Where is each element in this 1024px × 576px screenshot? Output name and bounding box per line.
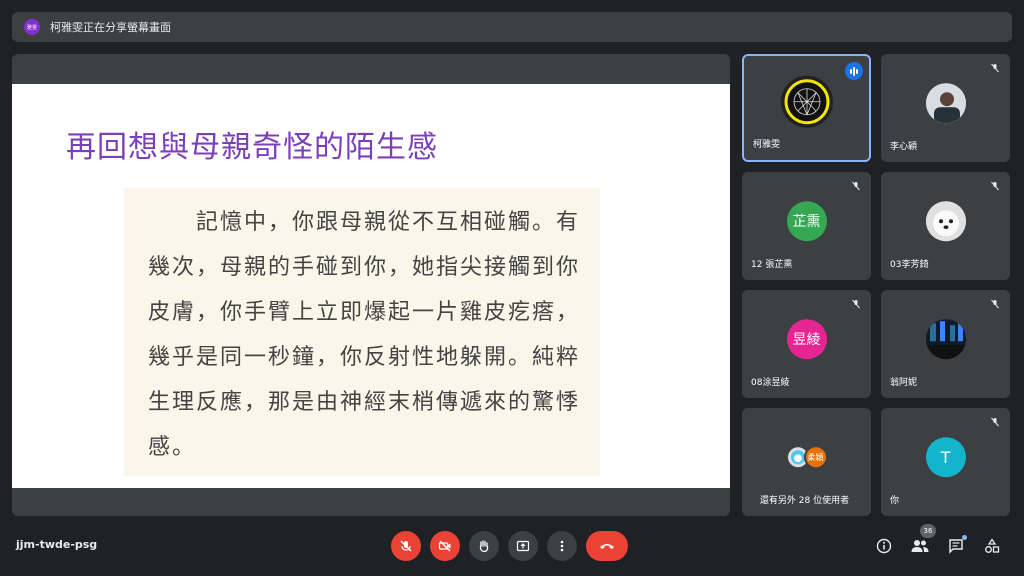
participant-tile-3[interactable]: 芷熏 12 張芷熏 (742, 172, 871, 280)
leave-call-button[interactable] (586, 531, 628, 561)
people-icon (911, 540, 929, 552)
participant-name: 08涂昱綾 (751, 378, 790, 388)
meet-window: 雅雯 柯雅雯正在分享螢幕畫面 再回想與母親奇怪的陌生感 記憶中，你跟母親從不互相… (0, 0, 1024, 576)
mic-off-icon (988, 415, 1002, 429)
speaking-indicator-icon (845, 62, 863, 80)
present-icon (516, 540, 530, 552)
avatar: 柔穎 (803, 445, 828, 470)
slide-text-box: 記憶中，你跟母親從不互相碰觸。有幾次，母親的手碰到你，她指尖接觸到你皮膚，你手臂… (124, 188, 600, 476)
mic-off-icon (988, 179, 1002, 193)
avatar: T (925, 437, 966, 478)
slide-body-text: 記憶中，你跟母親從不互相碰觸。有幾次，母親的手碰到你，她指尖接觸到你皮膚，你手臂… (148, 210, 581, 460)
avatar (925, 319, 966, 360)
avatar (780, 75, 833, 128)
raise-hand-button[interactable] (469, 531, 499, 561)
info-icon (876, 538, 892, 554)
hand-icon (479, 540, 489, 553)
avatar (925, 201, 966, 242)
participant-name: 03李芳錡 (890, 260, 929, 270)
more-options-button[interactable] (547, 531, 577, 561)
meeting-code: jjm-twde-psg (16, 538, 98, 551)
mic-off-icon (988, 61, 1002, 75)
dog-photo-icon (925, 201, 966, 242)
participant-name: 柯雅雯 (753, 140, 781, 150)
participant-tile-5[interactable]: 昱綾 08涂昱綾 (742, 290, 871, 398)
slide-title: 再回想與母親奇怪的陌生感 (66, 130, 438, 165)
slide: 再回想與母親奇怪的陌生感 記憶中，你跟母親從不互相碰觸。有幾次，母親的手碰到你，… (12, 84, 730, 488)
mic-off-icon (849, 297, 863, 311)
presentation-banner: 雅雯 柯雅雯正在分享螢幕畫面 (12, 12, 1012, 42)
mic-off-icon (849, 179, 863, 193)
chat-notification-dot (962, 535, 967, 540)
others-count-label: 還有另外 28 位使用者 (759, 496, 850, 506)
avatar: 昱綾 (786, 319, 827, 360)
avatar-stack: 柔穎 (785, 445, 828, 470)
other-participants-tile[interactable]: 柔穎 還有另外 28 位使用者 (742, 408, 871, 516)
presentation-status-text: 柯雅雯正在分享螢幕畫面 (50, 21, 171, 34)
participant-name: 翁阿妮 (890, 378, 918, 388)
chat-icon (949, 539, 963, 554)
participant-tile-1[interactable]: 柯雅雯 (742, 54, 871, 162)
present-screen-button[interactable] (508, 531, 538, 561)
meeting-details-button[interactable] (871, 533, 897, 559)
participant-name: 12 張芷熏 (751, 260, 793, 270)
mic-off-icon (988, 297, 1002, 311)
more-vert-icon (560, 540, 564, 552)
presenter-avatar: 雅雯 (24, 19, 40, 35)
avatar: 芷熏 (786, 201, 827, 242)
microphone-toggle-button[interactable] (391, 531, 421, 561)
camera-off-icon (438, 540, 451, 552)
avatar (925, 83, 966, 124)
hang-up-icon (600, 544, 614, 549)
participant-name: 你 (890, 496, 900, 506)
participant-tile-4[interactable]: 03李芳錡 (881, 172, 1010, 280)
shared-screen[interactable]: 再回想與母親奇怪的陌生感 記憶中，你跟母親從不互相碰觸。有幾次，母親的手碰到你，… (12, 54, 730, 516)
mic-off-icon (400, 540, 412, 552)
self-tile[interactable]: T 你 (881, 408, 1010, 516)
globe-logo-icon (784, 79, 829, 125)
participant-count-badge: 36 (920, 524, 936, 538)
camera-toggle-button[interactable] (430, 531, 460, 561)
activities-icon (985, 538, 1000, 553)
concert-photo-icon (925, 319, 966, 360)
participant-tile-6[interactable]: 翁阿妮 (881, 290, 1010, 398)
participant-name: 李心穎 (890, 142, 918, 152)
activities-button[interactable] (979, 533, 1005, 559)
participant-tile-2[interactable]: 李心穎 (881, 54, 1010, 162)
profile-photo-icon (925, 83, 966, 124)
